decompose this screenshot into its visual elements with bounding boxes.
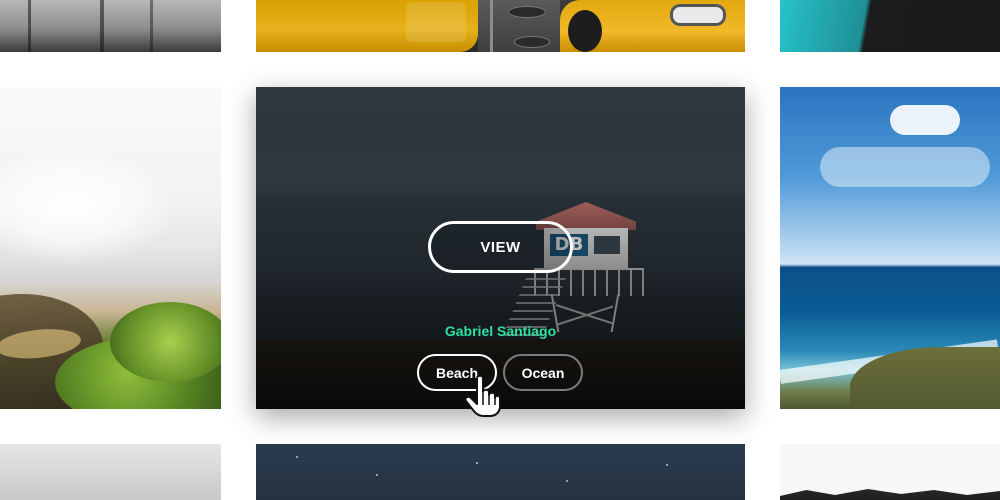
- gallery-photo-coast[interactable]: [780, 87, 1000, 409]
- star: [376, 474, 378, 476]
- star: [666, 464, 668, 466]
- gallery-photo-sunset-boat[interactable]: [0, 87, 221, 409]
- cloud: [890, 105, 960, 135]
- taxi-right: [560, 0, 745, 52]
- gallery-photo-night-sky[interactable]: [256, 444, 745, 500]
- view-button[interactable]: VIEW: [428, 221, 573, 273]
- manhole: [508, 6, 546, 18]
- star: [476, 462, 478, 464]
- road-stripe: [490, 0, 493, 52]
- gallery-photo-hills[interactable]: [780, 444, 1000, 500]
- gallery-photo-street-bw[interactable]: [0, 0, 221, 52]
- gallery-photo-gray[interactable]: [0, 444, 221, 500]
- gallery-photo-taxis[interactable]: [256, 0, 745, 52]
- hand-pointer-cursor-icon: [464, 374, 501, 417]
- star: [296, 456, 298, 458]
- taxi-headlight: [670, 4, 726, 26]
- star: [566, 480, 568, 482]
- sun-glow: [0, 147, 180, 267]
- bush: [110, 302, 221, 382]
- photo-author-link[interactable]: Gabriel Santiago: [256, 323, 745, 341]
- taxi-wheel: [568, 10, 602, 52]
- manhole: [514, 36, 550, 48]
- taxi-left: [256, 0, 478, 52]
- hill-silhouette: [780, 489, 1000, 500]
- cloud: [820, 147, 990, 187]
- photo-gallery-grid: DB VIEW Gabriel Santiago Beach Ocean: [0, 0, 1000, 500]
- tag-ocean-button[interactable]: Ocean: [503, 354, 583, 391]
- road: [478, 0, 560, 52]
- gallery-photo-teal[interactable]: [780, 0, 1000, 52]
